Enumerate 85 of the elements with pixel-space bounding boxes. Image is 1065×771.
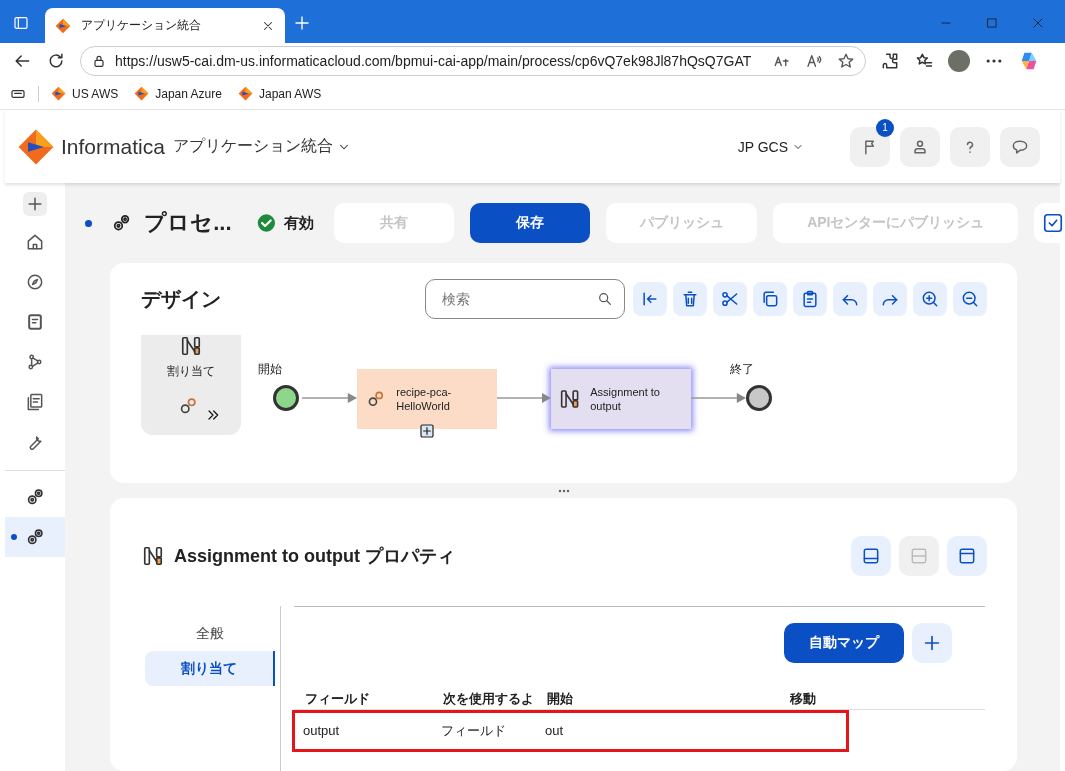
toolbar-button[interactable]: [913, 282, 947, 316]
checkbox-icon: [1042, 212, 1065, 234]
add-button[interactable]: [419, 423, 435, 439]
node-label: 開始: [258, 361, 282, 378]
connector-arrow: [497, 392, 551, 404]
documents-icon: [25, 392, 45, 412]
bookmark[interactable]: US AWS: [51, 86, 119, 101]
end-event[interactable]: [746, 385, 772, 411]
notification-badge: 1: [876, 118, 894, 137]
toolbar-button[interactable]: [953, 282, 987, 316]
service-node[interactable]: recipe-pca-HelloWorld: [357, 369, 497, 429]
logo-icon: [51, 86, 66, 101]
logo-icon: [55, 17, 71, 34]
add-button[interactable]: [912, 623, 952, 663]
highlighted-row[interactable]: output フィールド out: [292, 710, 849, 752]
star-icon[interactable]: [837, 51, 855, 70]
split-panel-icon: [909, 546, 929, 566]
scissors-icon: [720, 289, 740, 309]
logo-icon: [17, 127, 55, 166]
assignment-icon: [142, 545, 164, 567]
layout-button[interactable]: [947, 536, 987, 576]
zoom-out-icon: [960, 289, 980, 309]
action-button[interactable]: 保存: [470, 203, 591, 243]
start-event[interactable]: [273, 385, 299, 411]
side-tab[interactable]: 割り当て: [145, 651, 275, 686]
toolbar-button[interactable]: [633, 282, 667, 316]
unsaved-dot: [85, 219, 92, 227]
bottom-panel-icon: [861, 546, 881, 566]
column-header: 開始: [547, 690, 574, 708]
assignment-icon: [559, 388, 581, 410]
table-cell-text: out: [545, 723, 565, 738]
tab-actions-icon[interactable]: [13, 15, 29, 31]
validate-button[interactable]: [1034, 203, 1065, 243]
toolbar-button[interactable]: [833, 282, 867, 316]
palette-item[interactable]: 割り当て: [141, 335, 241, 380]
auto-map-button[interactable]: 自動マップ: [784, 623, 904, 663]
browser-tab[interactable]: アプリケーション統合: [45, 8, 285, 43]
feedback-button[interactable]: [1000, 126, 1040, 167]
url-text: https://usw5-cai.dm-us.informaticacloud.com/bpmui-cai-app/main/process/cp6vQ7ek98Jl87hQsQ7GAT: [115, 52, 753, 69]
search-field[interactable]: 検索: [425, 279, 625, 319]
zoom-in-icon: [920, 289, 940, 309]
new-button[interactable]: [23, 192, 47, 216]
profile-button[interactable]: [900, 126, 940, 167]
column-header: 移動: [790, 690, 817, 708]
table-cell-text: output: [303, 723, 341, 738]
home-icon: [25, 232, 45, 252]
org-switcher[interactable]: JP GCS: [737, 138, 804, 155]
side-tab[interactable]: 全般: [145, 616, 275, 651]
clipboard-icon: [800, 289, 820, 309]
product-switcher[interactable]: アプリケーション統合: [172, 136, 351, 157]
logo-icon: [237, 86, 253, 101]
avatar[interactable]: [948, 49, 970, 72]
toolbar-button[interactable]: [873, 282, 907, 316]
connector-arrow: [691, 392, 746, 404]
node-label: 終了: [730, 361, 754, 378]
column-header: フィールド: [305, 690, 371, 708]
new-tab-icon[interactable]: [293, 14, 311, 32]
search-icon: [597, 291, 613, 307]
status-label: 有効: [284, 213, 315, 233]
assignment-node[interactable]: Assignment to output: [551, 369, 691, 429]
brand-name: Informatica: [61, 134, 165, 159]
plus-box-icon: [419, 423, 435, 439]
column-header: 次を使用するよ: [443, 690, 535, 708]
top-panel-icon: [957, 546, 977, 566]
compass-icon: [25, 272, 45, 292]
toolbar-button[interactable]: [753, 282, 787, 316]
process-title: プロセ...: [144, 209, 232, 237]
book-icon: [25, 312, 45, 332]
connector-arrow: [302, 392, 357, 404]
logo-icon: [134, 86, 150, 101]
maximize-icon[interactable]: [985, 16, 999, 30]
bookmark[interactable]: Japan AWS: [237, 86, 322, 101]
toolbar-button[interactable]: [793, 282, 827, 316]
open-process-tab[interactable]: [5, 517, 65, 557]
panel-title: デザイン: [141, 286, 221, 312]
bookmark[interactable]: Japan Azure: [134, 86, 222, 101]
toolbar-button[interactable]: [673, 282, 707, 316]
panel-title: Assignment to output プロパティ: [174, 545, 455, 568]
table-cell-text: フィールド: [441, 721, 507, 740]
tab-title: アプリケーション統合: [81, 17, 202, 34]
layout-button[interactable]: [851, 536, 891, 576]
check-circle-icon: [255, 212, 277, 234]
toolbar-button[interactable]: [713, 282, 747, 316]
assignment-icon: [180, 335, 202, 357]
copy-icon: [760, 289, 780, 309]
